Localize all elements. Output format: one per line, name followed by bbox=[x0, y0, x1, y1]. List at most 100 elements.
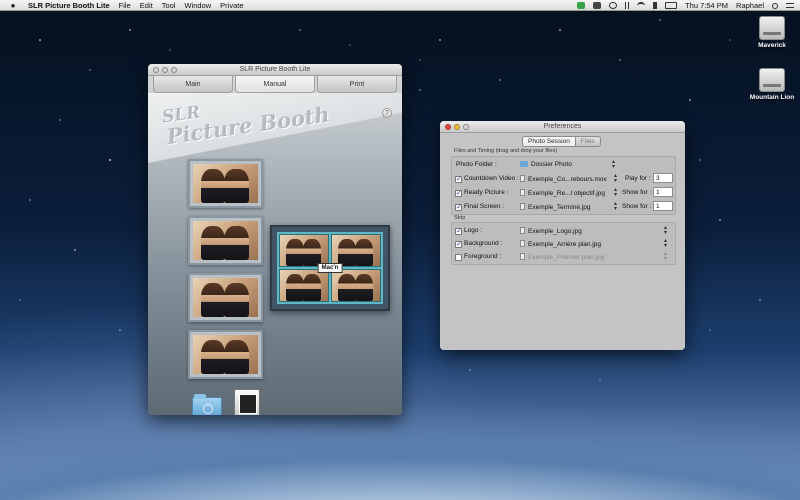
tab-print[interactable]: Print bbox=[317, 76, 397, 93]
disk-label: Mountain Lion bbox=[749, 94, 795, 101]
desktop-disk-mountain-lion[interactable]: Mountain Lion bbox=[747, 68, 797, 101]
row-label: Logo : bbox=[464, 227, 483, 234]
popup-arrows-icon[interactable]: ▴ ▾ bbox=[664, 238, 667, 249]
menu-private[interactable]: Private bbox=[220, 1, 243, 10]
preferences-titlebar[interactable]: Preferences bbox=[440, 121, 685, 133]
photo-folder-select[interactable]: Dossier Photo bbox=[520, 161, 572, 168]
popup-arrows-icon[interactable]: ▴ ▾ bbox=[614, 173, 617, 184]
show-for-field[interactable]: 1 bbox=[653, 201, 673, 211]
volume-icon[interactable] bbox=[653, 2, 658, 9]
minimize-button[interactable] bbox=[454, 124, 460, 130]
menu-user[interactable]: Raphael bbox=[736, 1, 764, 10]
main-window: SLR Picture Booth Lite Main Manual Print… bbox=[148, 64, 402, 415]
search-icon[interactable] bbox=[772, 2, 778, 9]
logo-checkbox[interactable]: ✓ bbox=[455, 228, 462, 235]
foreground-checkbox[interactable] bbox=[455, 254, 462, 261]
background-checkbox[interactable]: ✓ bbox=[455, 241, 462, 248]
hard-drive-icon bbox=[759, 16, 785, 40]
show-for-label: Show for : bbox=[622, 189, 652, 196]
sync-status-icon[interactable] bbox=[577, 2, 586, 9]
final-screen-checkbox[interactable]: ✓ bbox=[455, 204, 462, 211]
time-machine-icon[interactable] bbox=[609, 2, 618, 9]
ready-picture-file[interactable]: Exemple_Re...l objectif.jpg bbox=[520, 189, 605, 197]
background-file[interactable]: Exemple_Arrière plan.jpg bbox=[520, 240, 601, 248]
photo-thumbnail[interactable] bbox=[188, 216, 263, 265]
disk-label: Maverick bbox=[758, 42, 786, 49]
row-label: Foreground : bbox=[464, 253, 502, 260]
tab-photo-session[interactable]: Photo Session bbox=[522, 136, 575, 147]
preferences-tabs: Photo Session Files bbox=[522, 136, 601, 147]
menu-app-name[interactable]: SLR Picture Booth Lite bbox=[28, 1, 110, 10]
help-button[interactable]: ? bbox=[382, 108, 392, 118]
ready-picture-checkbox[interactable]: ✓ bbox=[455, 190, 462, 197]
photo-thumbnail[interactable] bbox=[188, 330, 263, 379]
close-button[interactable] bbox=[445, 124, 451, 130]
notification-list-icon[interactable] bbox=[786, 3, 794, 8]
hard-drive-icon bbox=[759, 68, 785, 92]
window-title: SLR Picture Booth Lite bbox=[239, 66, 311, 73]
tab-files[interactable]: Files bbox=[574, 136, 601, 147]
close-button[interactable] bbox=[153, 67, 159, 73]
play-for-label: Play for : bbox=[625, 175, 651, 182]
menu-clock[interactable]: Thu 7:54 PM bbox=[685, 1, 728, 10]
main-window-titlebar[interactable]: SLR Picture Booth Lite bbox=[148, 64, 402, 76]
popup-arrows-icon[interactable]: ▴ ▾ bbox=[664, 225, 667, 236]
printer-icon[interactable] bbox=[234, 389, 260, 415]
zoom-button[interactable] bbox=[171, 67, 177, 73]
show-for-label: Show for : bbox=[622, 203, 652, 210]
photo-strip-preview[interactable]: Mac'n bbox=[270, 225, 390, 311]
window-title: Preferences bbox=[543, 123, 582, 130]
camera-status-icon[interactable] bbox=[593, 2, 602, 9]
files-timing-group: Photo Folder : Dossier Photo ▴ ▾ ✓ Countd… bbox=[451, 156, 676, 215]
row-foreground: Foreground : Exemple_Premier plan.jpg ▴ ▾ bbox=[452, 251, 675, 263]
popup-arrows-icon[interactable]: ▴ ▾ bbox=[612, 159, 615, 170]
countdown-video-checkbox[interactable]: ✓ bbox=[455, 176, 462, 183]
row-label: Countdown Video : bbox=[464, 175, 519, 182]
row-logo: ✓ Logo : Exemple_Logo.jpg ▴ ▾ bbox=[452, 225, 675, 237]
final-screen-file[interactable]: Exemple_Terminé.jpg bbox=[520, 203, 591, 211]
row-photo-folder: Photo Folder : Dossier Photo ▴ ▾ bbox=[452, 159, 675, 171]
preferences-window: Preferences Photo Session Files Files an… bbox=[440, 121, 685, 350]
row-label: Photo Folder : bbox=[456, 161, 497, 168]
file-icon bbox=[520, 240, 525, 247]
menu-window[interactable]: Window bbox=[184, 1, 211, 10]
strip-photo bbox=[331, 269, 381, 302]
strip-group: ✓ Logo : Exemple_Logo.jpg ▴ ▾ ✓ Backgroun… bbox=[451, 222, 676, 265]
minimize-button[interactable] bbox=[162, 67, 168, 73]
play-for-field[interactable]: 3 bbox=[653, 173, 673, 183]
strip-logo-label: Mac'n bbox=[317, 263, 343, 273]
popup-arrows-icon[interactable]: ▴ ▾ bbox=[664, 251, 667, 262]
row-label: Ready Picture : bbox=[464, 189, 509, 196]
row-countdown-video: ✓ Countdown Video : Exemple_Co...rebours… bbox=[452, 173, 675, 185]
logo-file[interactable]: Exemple_Logo.jpg bbox=[520, 227, 582, 235]
main-tabs: Main Manual Print bbox=[153, 76, 397, 93]
foreground-file[interactable]: Exemple_Premier plan.jpg bbox=[520, 253, 604, 261]
photo-thumbnail[interactable] bbox=[188, 273, 263, 322]
strip-photo bbox=[279, 269, 329, 302]
file-icon bbox=[520, 253, 525, 260]
row-final-screen: ✓ Final Screen : Exemple_Terminé.jpg ▴ ▾ … bbox=[452, 201, 675, 213]
battery-icon[interactable] bbox=[665, 2, 678, 9]
popup-arrows-icon[interactable]: ▴ ▾ bbox=[614, 187, 617, 198]
folder-icon[interactable] bbox=[192, 394, 222, 415]
popup-arrows-icon[interactable]: ▴ ▾ bbox=[614, 201, 617, 212]
row-ready-picture: ✓ Ready Picture : Exemple_Re...l objecti… bbox=[452, 187, 675, 199]
show-for-field[interactable]: 1 bbox=[653, 187, 673, 197]
row-background: ✓ Background : Exemple_Arrière plan.jpg … bbox=[452, 238, 675, 250]
menu-file[interactable]: File bbox=[119, 1, 131, 10]
desktop-disk-maverick[interactable]: Maverick bbox=[747, 16, 797, 49]
photo-thumbnail[interactable] bbox=[188, 159, 263, 208]
row-label: Background : bbox=[464, 240, 503, 247]
file-icon bbox=[520, 227, 525, 234]
file-icon bbox=[520, 203, 525, 210]
zoom-button[interactable] bbox=[463, 124, 469, 130]
bluetooth-icon[interactable] bbox=[625, 2, 630, 9]
file-icon bbox=[520, 189, 525, 196]
wifi-icon[interactable] bbox=[637, 2, 646, 9]
row-label: Final Screen : bbox=[464, 203, 505, 210]
countdown-video-file[interactable]: Exemple_Co...rebours.mov bbox=[520, 175, 607, 183]
menu-tool[interactable]: Tool bbox=[162, 1, 176, 10]
menu-edit[interactable]: Edit bbox=[140, 1, 153, 10]
tab-main[interactable]: Main bbox=[153, 76, 233, 93]
apple-menu-icon[interactable]: ● bbox=[8, 1, 18, 10]
